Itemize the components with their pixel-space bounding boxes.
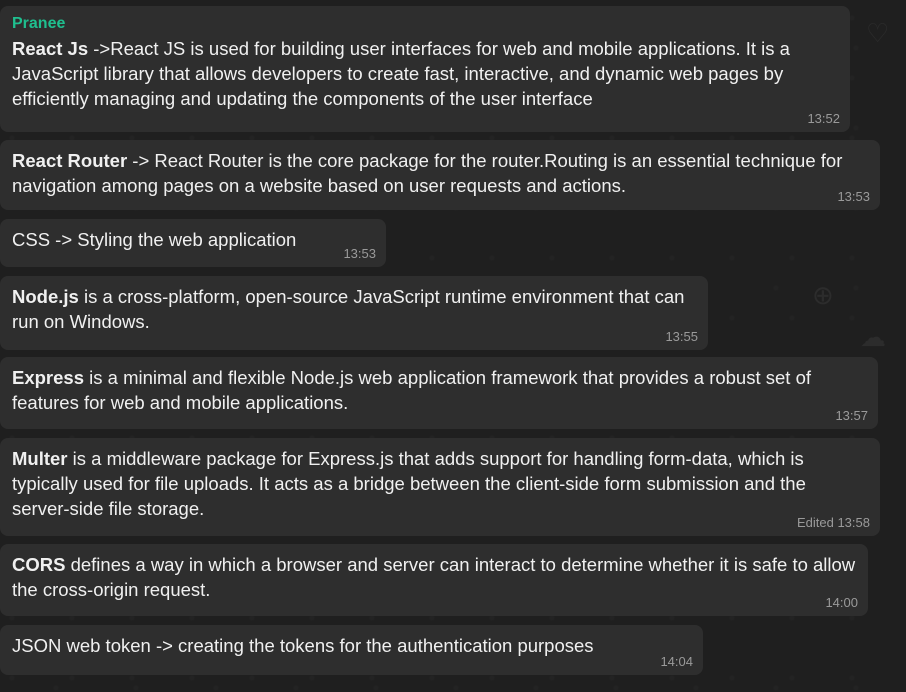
message-bubble[interactable]: Multer is a middleware package for Expre… [0,438,880,536]
message-timestamp: 13:55 [665,329,698,344]
message-body: defines a way in which a browser and ser… [12,554,856,600]
message-text: JSON web token -> creating the tokens fo… [12,635,594,656]
message-text: Express is a minimal and flexible Node.j… [12,367,811,413]
chat-area[interactable]: ♡ ⊕ ☁ Pranee React Js ->React JS is used… [0,0,906,692]
message-term: Express [12,367,84,388]
message-timestamp: 13:57 [835,408,868,423]
message-text: Multer is a middleware package for Expre… [12,448,806,519]
message-term: CORS [12,554,66,575]
message-text: React Js ->React JS is used for building… [12,38,790,109]
message-bubble[interactable]: Pranee React Js ->React JS is used for b… [0,6,850,132]
message-term: Node.js [12,286,79,307]
message-timestamp: Edited 13:58 [796,515,870,530]
message-term: React Js [12,38,89,59]
message-body: is a middleware package for Express.js t… [12,448,806,519]
message-body: ->React JS is used for building user int… [12,38,790,109]
message-body: is a cross-platform, open-source JavaScr… [12,286,685,332]
message-bubble[interactable]: CSS -> Styling the web application 13:53 [0,219,386,267]
message-text: CORS defines a way in which a browser an… [12,554,855,600]
message-timestamp: 14:00 [825,595,858,610]
message-timestamp: 13:52 [807,111,840,126]
message-term: Multer [12,448,68,469]
message-text: CSS -> Styling the web application [12,229,296,250]
message-timestamp: 14:04 [660,654,693,669]
message-timestamp: 13:53 [837,189,870,204]
message-text: React Router -> React Router is the core… [12,150,842,196]
message-timestamp: 13:53 [343,246,376,261]
sender-name[interactable]: Pranee [12,14,838,34]
heart-icon: ♡ [866,18,890,48]
message-body: is a minimal and flexible Node.js web ap… [12,367,811,413]
message-body: CSS -> Styling the web application [12,229,297,250]
message-term: React Router [12,150,128,171]
compass-icon: ⊕ [812,280,834,310]
message-body: -> React Router is the core package for … [12,150,843,196]
message-text: Node.js is a cross-platform, open-source… [12,286,684,332]
message-bubble[interactable]: CORS defines a way in which a browser an… [0,544,868,616]
cloud-icon: ☁ [860,322,886,352]
message-bubble[interactable]: React Router -> React Router is the core… [0,140,880,210]
message-body: JSON web token -> creating the tokens fo… [12,635,594,656]
message-bubble[interactable]: Express is a minimal and flexible Node.j… [0,357,878,429]
message-bubble[interactable]: Node.js is a cross-platform, open-source… [0,276,708,350]
message-bubble[interactable]: JSON web token -> creating the tokens fo… [0,625,703,675]
